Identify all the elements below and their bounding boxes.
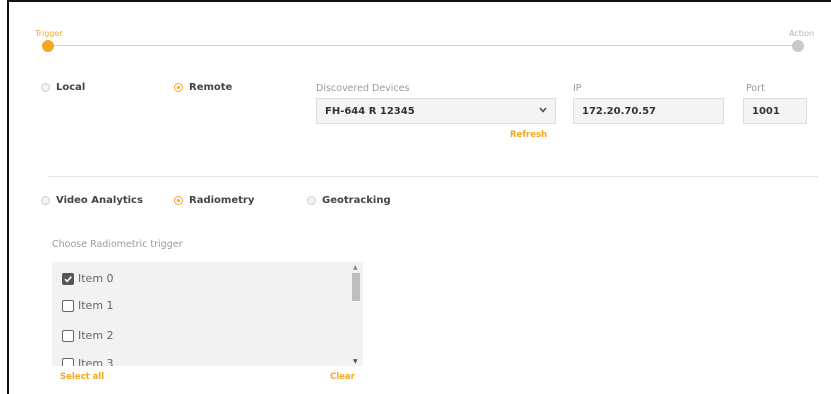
discovered-devices-select[interactable]: FH-644 R 12345	[316, 98, 556, 124]
port-value: 1001	[752, 105, 780, 117]
step-action-dot[interactable]	[792, 40, 804, 52]
ip-value: 172.20.70.57	[582, 105, 657, 117]
port-label: Port	[746, 83, 765, 94]
scroll-down-icon[interactable]: ▼	[353, 358, 358, 365]
step-trigger-dot[interactable]	[42, 40, 54, 52]
clear-link[interactable]: Clear	[330, 372, 355, 382]
radio-remote[interactable]: Remote	[174, 82, 232, 93]
list-item[interactable]: Item 2	[62, 329, 114, 342]
radio-indicator	[41, 196, 50, 205]
selected-device-value: FH-644 R 12345	[325, 105, 415, 117]
radio-indicator	[41, 83, 50, 92]
radio-video-analytics[interactable]: Video Analytics	[41, 195, 143, 206]
list-scrollbar[interactable]: ▲ ▼	[350, 262, 362, 366]
radiometric-trigger-label: Choose Radiometric trigger	[52, 239, 183, 250]
radio-video-analytics-label: Video Analytics	[56, 195, 143, 206]
list-item[interactable]: Item 3	[62, 357, 114, 366]
checkbox-icon[interactable]	[62, 329, 74, 342]
radio-local-label: Local	[56, 82, 86, 93]
select-all-link[interactable]: Select all	[60, 372, 104, 382]
radio-radiometry[interactable]: Radiometry	[174, 195, 254, 206]
chevron-down-icon	[539, 106, 547, 116]
radio-geotracking-label: Geotracking	[322, 195, 391, 206]
discovered-devices-label: Discovered Devices	[316, 83, 410, 94]
radio-indicator	[307, 196, 316, 205]
list-item-label: Item 0	[78, 272, 114, 285]
radio-indicator	[174, 83, 183, 92]
radio-local[interactable]: Local	[41, 82, 85, 93]
step-trigger-label: Trigger	[35, 29, 63, 38]
section-divider	[48, 176, 818, 177]
scroll-up-icon[interactable]: ▲	[353, 264, 358, 271]
checkbox-icon[interactable]	[62, 357, 74, 366]
list-item[interactable]: Item 0	[62, 272, 114, 285]
list-item-label: Item 1	[78, 299, 114, 312]
port-input[interactable]: 1001	[743, 98, 807, 124]
scroll-thumb[interactable]	[352, 273, 360, 301]
ip-label: IP	[573, 83, 582, 94]
radio-geotracking[interactable]: Geotracking	[307, 195, 391, 206]
radiometric-trigger-list[interactable]: Item 0 Item 1 Item 2 Item 3	[52, 262, 363, 366]
list-item-label: Item 2	[78, 329, 114, 342]
list-item[interactable]: Item 1	[62, 299, 114, 312]
radio-remote-label: Remote	[189, 82, 233, 93]
refresh-link[interactable]: Refresh	[510, 130, 547, 140]
radio-radiometry-label: Radiometry	[189, 195, 255, 206]
checkbox-checked-icon[interactable]	[62, 272, 74, 285]
checkbox-icon[interactable]	[62, 299, 74, 312]
ip-input[interactable]: 172.20.70.57	[573, 98, 724, 124]
stepper-track	[48, 45, 797, 46]
list-item-label: Item 3	[78, 357, 114, 366]
step-action-label: Action	[789, 29, 815, 38]
radio-indicator	[174, 196, 183, 205]
